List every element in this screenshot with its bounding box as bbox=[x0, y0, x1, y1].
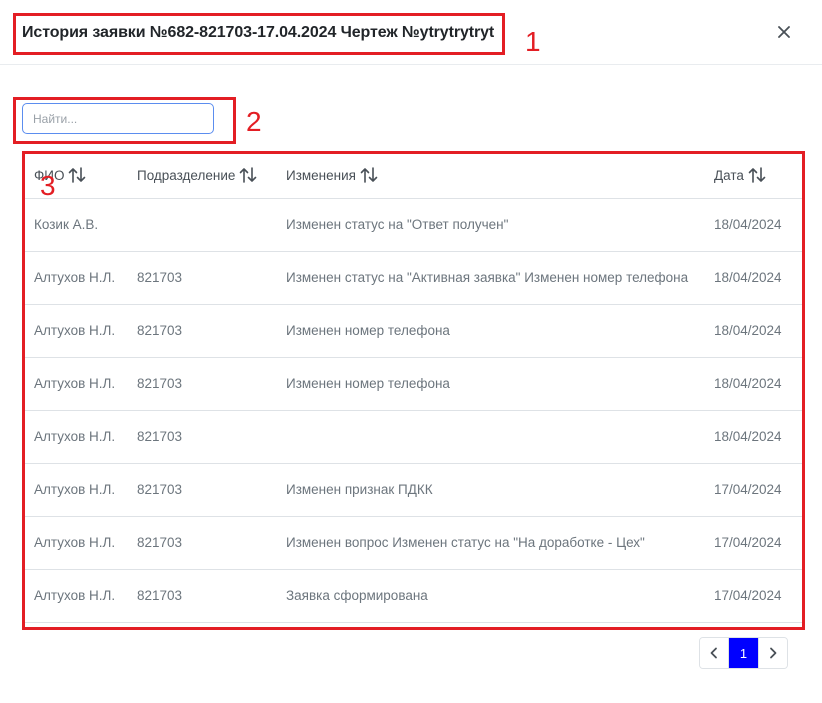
cell-changes: Изменен статус на "Активная заявка" Изме… bbox=[277, 251, 707, 305]
cell-changes: Изменен признак ПДКК bbox=[277, 463, 707, 517]
table-row[interactable]: Алтухов Н.Л. 821703 Изменен номер телефона… bbox=[25, 304, 802, 358]
annotation-label-2: 2 bbox=[246, 106, 262, 137]
cell-changes: Заявка сформирована bbox=[277, 569, 707, 623]
cell-fio: Козик А.В. bbox=[25, 198, 128, 252]
cell-date: 18/04/2024 bbox=[707, 251, 802, 305]
column-header-division[interactable]: Подразделение bbox=[128, 154, 277, 199]
cell-fio: Алтухов Н.Л. bbox=[25, 463, 128, 517]
cell-division: 821703 bbox=[128, 251, 277, 305]
search-input[interactable] bbox=[22, 103, 214, 134]
cell-date: 18/04/2024 bbox=[707, 198, 802, 252]
column-header-changes[interactable]: Изменения bbox=[277, 154, 707, 199]
cell-division: 821703 bbox=[128, 516, 277, 570]
cell-changes: Изменен статус на "Ответ получен" bbox=[277, 198, 707, 252]
table-row[interactable]: Алтухов Н.Л. 821703 Изменен номер телефона… bbox=[25, 357, 802, 411]
close-button[interactable] bbox=[772, 20, 796, 44]
table-row[interactable]: Алтухов Н.Л. 821703 Заявка сформирована 17/… bbox=[25, 569, 802, 623]
cell-division: 821703 bbox=[128, 410, 277, 464]
cell-changes: Изменен номер телефона bbox=[277, 357, 707, 411]
next-page-button[interactable] bbox=[758, 638, 787, 668]
cell-date: 17/04/2024 bbox=[707, 569, 802, 623]
table-row[interactable]: Козик А.В. Изменен статус на "Ответ получ… bbox=[25, 198, 802, 252]
cell-changes bbox=[277, 410, 707, 464]
table-row[interactable]: Алтухов Н.Л. 821703 Изменен признак ПДКК 17… bbox=[25, 463, 802, 517]
sort-icon[interactable] bbox=[239, 167, 257, 183]
sort-icon[interactable] bbox=[68, 167, 86, 183]
cell-fio: Алтухов Н.Л. bbox=[25, 357, 128, 411]
table-header-row: ФИО Подразделение Изменения Дата bbox=[25, 154, 802, 199]
cell-changes: Изменен номер телефона bbox=[277, 304, 707, 358]
chevron-left-icon bbox=[710, 647, 717, 659]
column-header-date[interactable]: Дата bbox=[707, 154, 802, 199]
table-row[interactable]: Алтухов Н.Л. 821703 Изменен вопрос Изменен… bbox=[25, 516, 802, 570]
cell-date: 18/04/2024 bbox=[707, 304, 802, 358]
dialog-header: История заявки №682-821703-17.04.2024 Че… bbox=[0, 0, 822, 65]
cell-fio: Алтухов Н.Л. bbox=[25, 251, 128, 305]
cell-fio: Алтухов Н.Л. bbox=[25, 304, 128, 358]
close-icon bbox=[778, 26, 790, 38]
cell-date: 17/04/2024 bbox=[707, 516, 802, 570]
cell-fio: Алтухов Н.Л. bbox=[25, 569, 128, 623]
cell-division: 821703 bbox=[128, 569, 277, 623]
cell-fio: Алтухов Н.Л. bbox=[25, 516, 128, 570]
cell-division: 821703 bbox=[128, 357, 277, 411]
cell-date: 18/04/2024 bbox=[707, 410, 802, 464]
prev-page-button[interactable] bbox=[700, 638, 729, 668]
cell-date: 18/04/2024 bbox=[707, 357, 802, 411]
cell-division: 821703 bbox=[128, 463, 277, 517]
cell-division bbox=[128, 198, 277, 252]
annotation-label-3: 3 bbox=[40, 170, 56, 201]
cell-changes: Изменен вопрос Изменен статус на "На дор… bbox=[277, 516, 707, 570]
sort-icon[interactable] bbox=[748, 167, 766, 183]
table-row[interactable]: Алтухов Н.Л. 821703 18/04/2024 bbox=[25, 410, 802, 464]
cell-division: 821703 bbox=[128, 304, 277, 358]
dialog-title: История заявки №682-821703-17.04.2024 Че… bbox=[22, 24, 495, 41]
chevron-right-icon bbox=[770, 647, 777, 659]
pagination: 1 bbox=[699, 637, 788, 669]
cell-fio: Алтухов Н.Л. bbox=[25, 410, 128, 464]
table-row[interactable]: Алтухов Н.Л. 821703 Изменен статус на "Акт… bbox=[25, 251, 802, 305]
history-table: ФИО Подразделение Изменения Дата Козик А… bbox=[25, 154, 802, 623]
page-button-current[interactable]: 1 bbox=[729, 638, 758, 668]
sort-icon[interactable] bbox=[360, 167, 378, 183]
annotation-label-1: 1 bbox=[525, 26, 541, 57]
cell-date: 17/04/2024 bbox=[707, 463, 802, 517]
